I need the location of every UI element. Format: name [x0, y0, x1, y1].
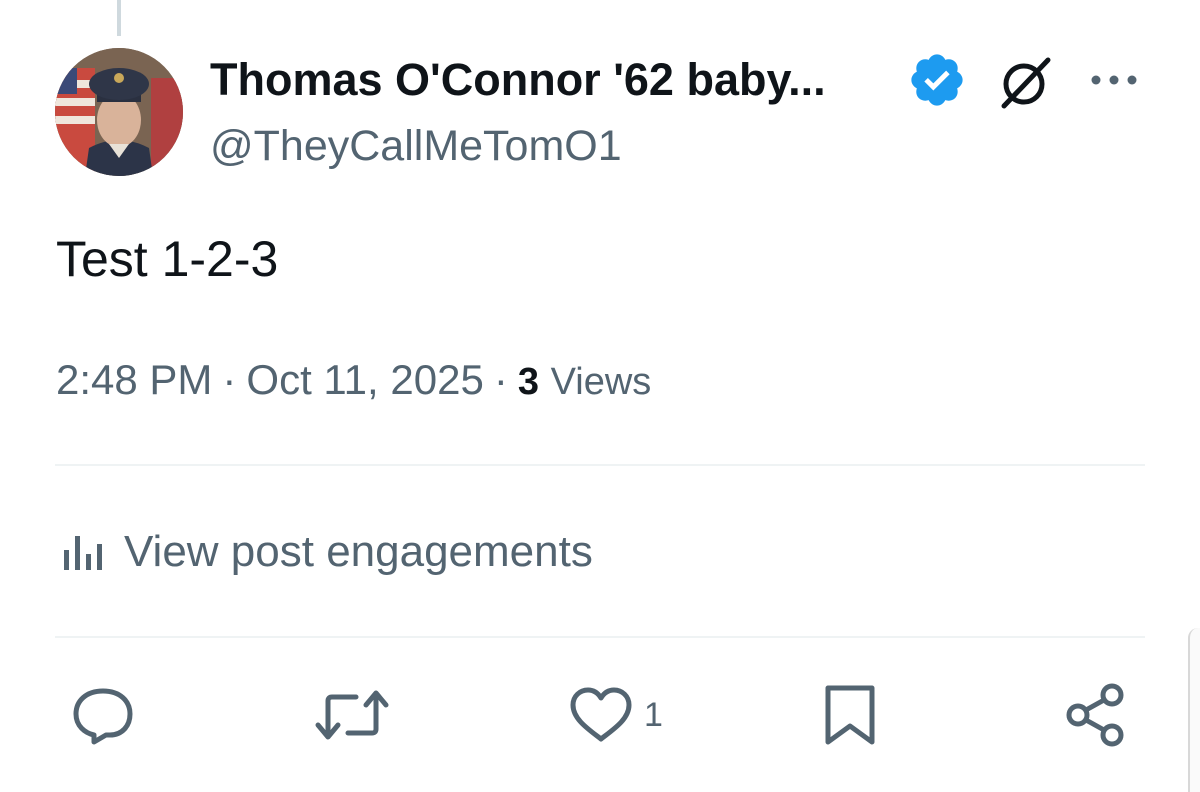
author-handle[interactable]: @TheyCallMeTomO1: [210, 118, 622, 174]
like-icon: [570, 687, 632, 742]
repost-icon: [315, 690, 389, 740]
view-engagements-link[interactable]: View post engagements: [60, 520, 593, 584]
like-button[interactable]: 1: [568, 680, 663, 750]
analytics-icon: [64, 536, 102, 570]
reply-button[interactable]: [70, 680, 146, 750]
like-count: 1: [644, 695, 663, 734]
views-count: 3: [517, 361, 539, 403]
post-text: Test 1-2-3: [56, 231, 279, 287]
post-time[interactable]: 2:48 PM: [56, 356, 212, 403]
meta-separator: ·: [493, 356, 508, 403]
bookmark-icon: [825, 685, 875, 745]
bookmark-button[interactable]: [820, 680, 880, 750]
views-label: Views: [550, 361, 652, 403]
author-display-name[interactable]: Thomas O'Connor '62 baby...: [210, 52, 826, 108]
meta-separator: ·: [222, 356, 237, 403]
post-date[interactable]: Oct 11, 2025: [246, 356, 483, 403]
avatar-photo: [55, 48, 183, 176]
divider: [55, 636, 1145, 638]
divider: [55, 464, 1145, 466]
share-icon: [1066, 683, 1124, 747]
post-metadata: 2:48 PM · Oct 11, 2025 · 3 Views: [56, 350, 651, 412]
share-button[interactable]: [1064, 680, 1128, 750]
reply-icon: [73, 688, 133, 745]
thread-connector-line: [117, 0, 121, 36]
avatar[interactable]: [55, 48, 183, 176]
more-icon[interactable]: [1086, 60, 1142, 100]
verified-badge-icon[interactable]: [907, 50, 967, 110]
engagements-label: View post engagements: [124, 527, 593, 576]
grok-icon[interactable]: [994, 54, 1058, 110]
scrollbar-edge: [1188, 628, 1200, 792]
repost-button[interactable]: [312, 680, 402, 750]
